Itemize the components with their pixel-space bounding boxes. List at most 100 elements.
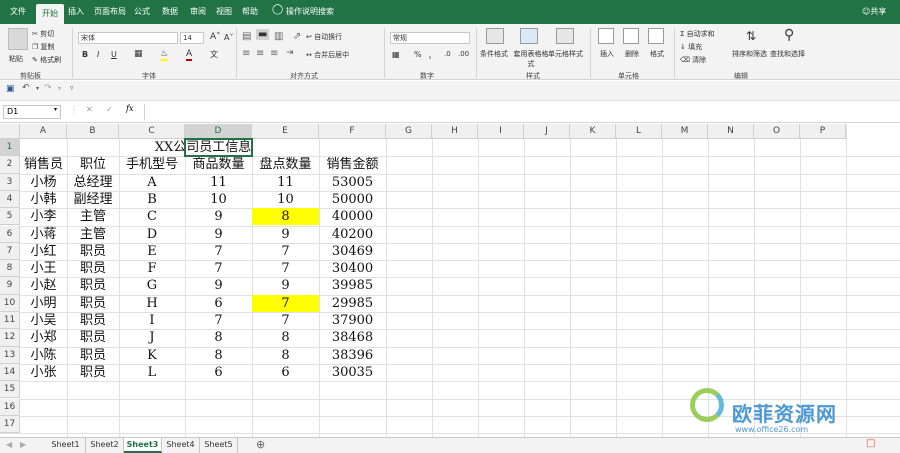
enter-icon[interactable]: ✓ (106, 105, 113, 114)
conditional-format-button[interactable]: 条件格式 (480, 49, 508, 59)
row-header-17[interactable]: 17 (0, 415, 20, 434)
cell-A6[interactable]: 小蒋 (20, 226, 67, 243)
undo-dropdown-icon[interactable]: ▾ (36, 85, 39, 92)
tab-view[interactable]: 视图 (216, 6, 232, 17)
column-header-I[interactable]: I (478, 124, 524, 139)
grow-font-icon[interactable]: A˄ (210, 32, 221, 42)
cell-F13[interactable]: 38396 (319, 347, 386, 364)
row-header-5[interactable]: 5 (0, 208, 20, 226)
cell-A3[interactable]: 小杨 (20, 174, 67, 191)
cell-D12[interactable]: 8 (185, 329, 252, 346)
cell-D3[interactable]: 11 (185, 174, 252, 191)
column-header-O[interactable]: O (754, 124, 800, 139)
cell-B11[interactable]: 职员 (67, 312, 119, 329)
cell-C5[interactable]: C (119, 208, 185, 225)
name-box-dropdown-icon[interactable]: ▾ (54, 106, 57, 113)
undo-icon[interactable]: ↶ (22, 83, 30, 93)
cell-A8[interactable]: 小王 (20, 260, 67, 277)
next-sheet-icon[interactable]: ▶ (20, 440, 26, 449)
sheet-tab-sheet1[interactable]: Sheet1 (46, 438, 86, 453)
save-icon[interactable]: ▣ (6, 84, 15, 94)
underline-button[interactable]: U (111, 50, 117, 59)
cell-B4[interactable]: 副经理 (67, 191, 119, 208)
number-format-select[interactable]: 常规 (390, 32, 470, 44)
phonetic-icon[interactable]: 文 (210, 49, 218, 60)
cell-A12[interactable]: 小郑 (20, 329, 67, 346)
sheet-tab-sheet4[interactable]: Sheet4 (162, 438, 200, 453)
cell-B7[interactable]: 职员 (67, 243, 119, 260)
clear-button[interactable]: ⌫ 清除 (680, 55, 706, 65)
customize-qat-icon[interactable]: ▿ (70, 84, 74, 92)
align-center-icon[interactable]: ≡ (256, 48, 264, 59)
font-name-select[interactable]: 宋体 (78, 32, 178, 44)
copy-button[interactable]: ❐ 复制 (32, 42, 55, 52)
cut-button[interactable]: ✂ 剪切 (32, 29, 54, 39)
cell-A5[interactable]: 小李 (20, 208, 67, 225)
row-header-7[interactable]: 7 (0, 242, 20, 261)
wrap-text-button[interactable]: ↩ 自动换行 (306, 32, 342, 42)
cell-E6[interactable]: 9 (252, 226, 319, 243)
column-header-P[interactable]: P (800, 124, 846, 139)
column-header-E[interactable]: E (252, 124, 319, 139)
cell-B2[interactable]: 职位 (67, 156, 119, 173)
shrink-font-icon[interactable]: A˅ (224, 33, 233, 42)
cell-A14[interactable]: 小张 (20, 364, 67, 381)
align-right-icon[interactable]: ≡ (270, 48, 278, 59)
row-header-14[interactable]: 14 (0, 363, 20, 382)
row-header-8[interactable]: 8 (0, 260, 20, 278)
cell-E2[interactable]: 盘点数量 (252, 156, 319, 173)
function-icon[interactable]: fx (126, 104, 133, 113)
cell-C10[interactable]: H (119, 295, 185, 312)
column-header-K[interactable]: K (570, 124, 616, 139)
autosum-button[interactable]: Σ 自动求和 (680, 29, 715, 39)
cell-C11[interactable]: I (119, 312, 185, 329)
cell-B6[interactable]: 主管 (67, 226, 119, 243)
format-painter-button[interactable]: ✎ 格式刷 (32, 55, 61, 65)
row-header-9[interactable]: 9 (0, 277, 20, 295)
font-color-icon[interactable]: A (186, 49, 193, 61)
cell-E9[interactable]: 9 (252, 277, 319, 294)
cell-B14[interactable]: 职员 (67, 364, 119, 381)
cell-A4[interactable]: 小韩 (20, 191, 67, 208)
cell-F4[interactable]: 50000 (319, 191, 386, 208)
cell-D8[interactable]: 7 (185, 260, 252, 277)
cell-F5[interactable]: 40000 (319, 208, 386, 225)
cell-F11[interactable]: 37900 (319, 312, 386, 329)
row-header-4[interactable]: 4 (0, 190, 20, 209)
cell-A9[interactable]: 小赵 (20, 277, 67, 294)
cell-E8[interactable]: 7 (252, 260, 319, 277)
column-header-H[interactable]: H (432, 124, 478, 139)
cell-C13[interactable]: K (119, 347, 185, 364)
formula-input[interactable] (144, 104, 890, 120)
cell-C7[interactable]: E (119, 243, 185, 260)
cell-E14[interactable]: 6 (252, 364, 319, 381)
bold-button[interactable]: B (82, 50, 88, 59)
cell-C8[interactable]: F (119, 260, 185, 277)
cell-D11[interactable]: 7 (185, 312, 252, 329)
cell-B13[interactable]: 职员 (67, 347, 119, 364)
italic-button[interactable]: I (97, 50, 99, 59)
cell-B3[interactable]: 总经理 (67, 174, 119, 191)
comma-button[interactable]: ， (428, 50, 436, 61)
column-header-F[interactable]: F (319, 124, 386, 139)
cell-B12[interactable]: 职员 (67, 329, 119, 346)
row-header-3[interactable]: 3 (0, 173, 20, 191)
percent-button[interactable]: % (414, 50, 422, 59)
cell-A10[interactable]: 小明 (20, 295, 67, 312)
cell-D14[interactable]: 6 (185, 364, 252, 381)
fill-color-icon[interactable]: ♨ (160, 49, 169, 61)
format-button[interactable]: 格式 (650, 49, 664, 59)
cell-E7[interactable]: 7 (252, 243, 319, 260)
share-button[interactable]: ☺共享 (862, 6, 886, 17)
sort-filter-button[interactable]: 排序和筛选 (732, 49, 767, 59)
cell-F10[interactable]: 29985 (319, 295, 386, 312)
cell-D13[interactable]: 8 (185, 347, 252, 364)
tab-review[interactable]: 审阅 (190, 6, 206, 17)
cell-E13[interactable]: 8 (252, 347, 319, 364)
cell-E5[interactable]: 8 (252, 208, 319, 226)
cell-C3[interactable]: A (119, 174, 185, 191)
cell-F7[interactable]: 30469 (319, 243, 386, 260)
cell-A11[interactable]: 小吴 (20, 312, 67, 329)
add-sheet-icon[interactable]: ⊕ (256, 438, 265, 451)
select-all-corner[interactable] (0, 124, 20, 139)
